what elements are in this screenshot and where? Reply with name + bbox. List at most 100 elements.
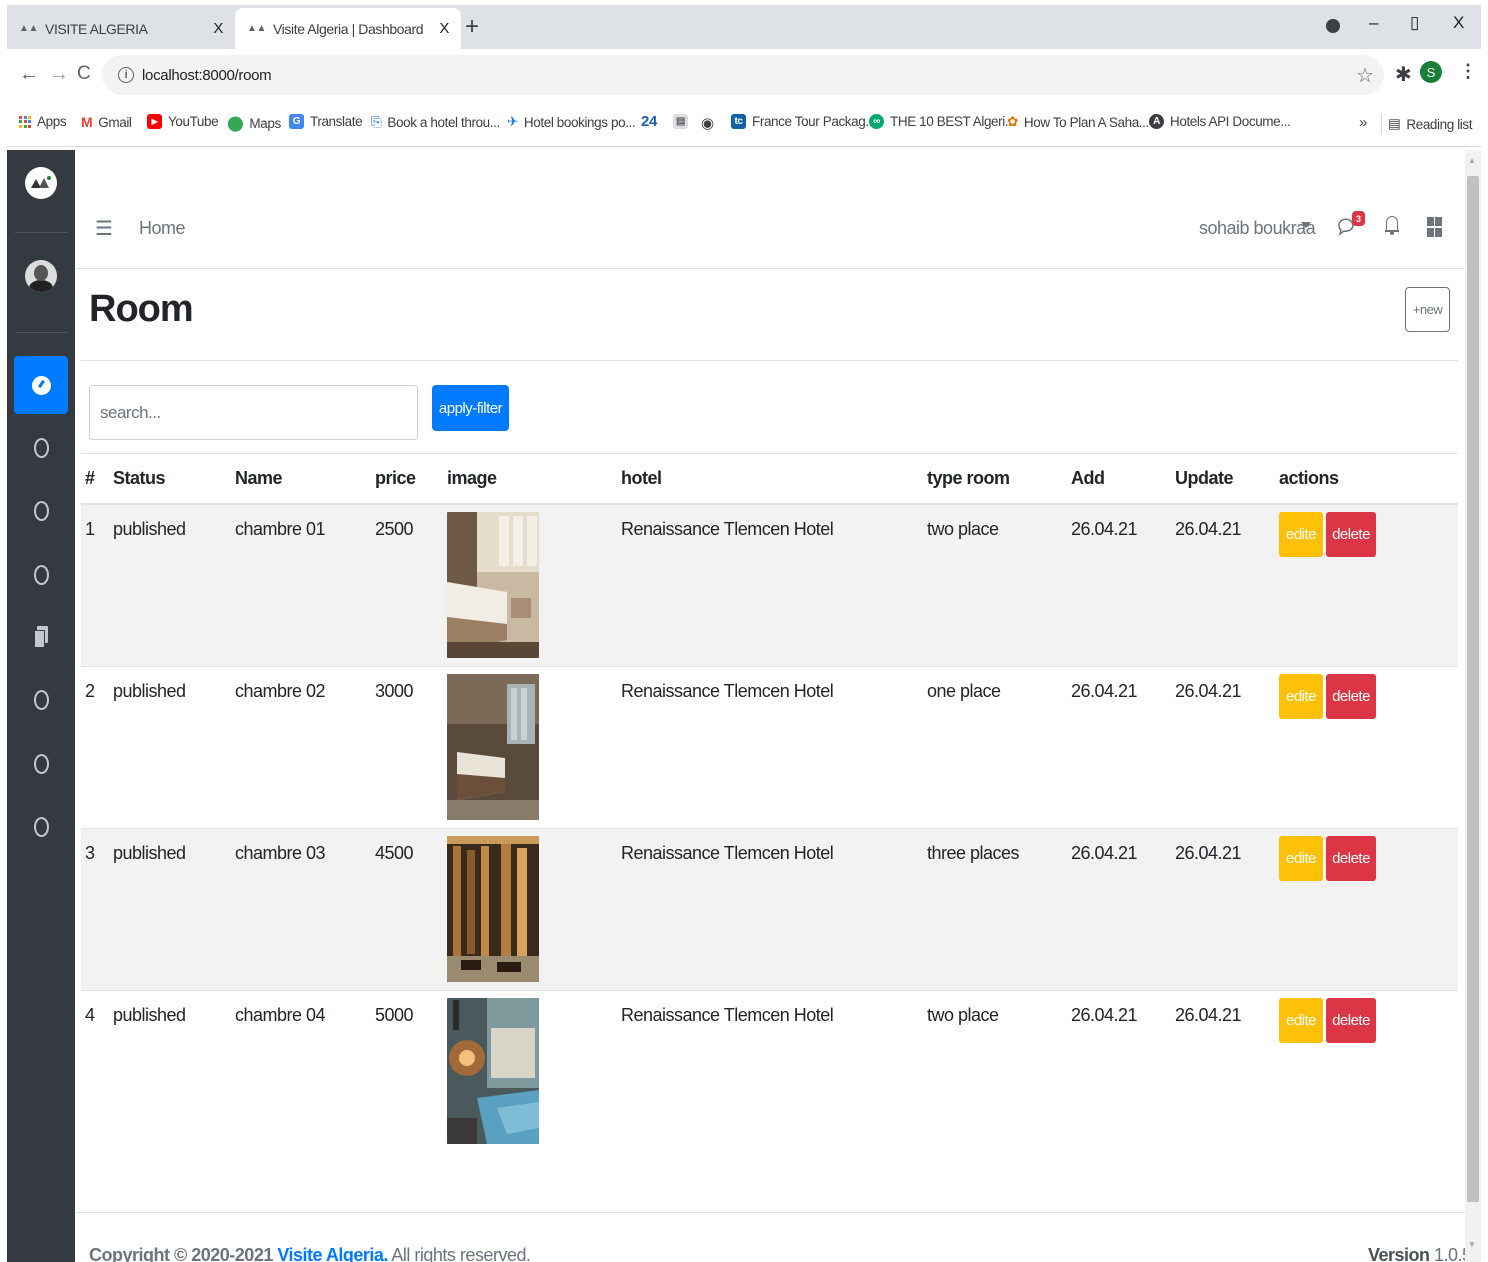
apps-grid-icon[interactable] [1427,217,1442,237]
sidebar-item-circle-icon[interactable] [34,690,49,710]
row-id: 3 [81,827,109,990]
search-input[interactable] [89,385,418,440]
row-updated: 26.04.21 [1171,665,1275,828]
bookmark-book-hotel[interactable]: ⎘ Book a hotel throu... [371,114,500,130]
notifications-bell-icon[interactable] [1385,216,1399,235]
profile-dot-icon[interactable] [1326,19,1340,33]
bookmark-france-tour[interactable]: tc France Tour Packag... [731,114,876,129]
tab-close-icon[interactable]: X [213,20,223,37]
minimize-button[interactable]: – [1369,13,1378,33]
bookmark-youtube[interactable]: ▶ YouTube [147,114,219,129]
sidebar-item-circle-icon[interactable] [34,754,49,774]
edit-button[interactable]: edite [1279,512,1323,557]
restore-button[interactable]: ▯ [1410,13,1419,33]
row-status: published [109,989,231,1152]
version: Version 1.0.5 [1368,1245,1472,1262]
bookmark-24[interactable]: 24 [641,113,657,130]
column-header: actions [1275,454,1458,505]
site-info-icon[interactable]: i [118,67,134,83]
table-row: 2 published chambre 02 3000 Renaissance … [81,665,1458,828]
delete-button[interactable]: delete [1326,997,1376,1043]
dropdown-caret-icon[interactable] [1301,222,1311,228]
delete-button[interactable]: delete [1326,835,1376,881]
back-arrow-icon[interactable]: ← [19,63,39,86]
reading-list-icon: ▤ [1388,116,1401,131]
row-id: 4 [81,989,109,1152]
messages-badge: 3 [1352,211,1365,226]
browser-tab-dashboard[interactable]: ▲▲ Visite Algeria | Dashboard X [235,8,461,49]
bookmark-hotel-bookings[interactable]: ✈ Hotel bookings po... [507,114,636,130]
browser-tab-visite-algeria[interactable]: ▲▲ VISITE ALGERIA X [7,8,235,49]
delete-button[interactable]: delete [1326,673,1376,719]
row-hotel: Renaissance Tlemcen Hotel [617,503,923,666]
sidebar-item-circle-icon[interactable] [34,817,49,837]
table-header-row: # Status Name price image hotel type roo… [81,454,1458,505]
edit-button[interactable]: edite [1279,997,1323,1043]
maps-icon: ⬤ [227,115,244,132]
bookmark-translate[interactable]: G Translate [289,114,363,129]
hotel-room-photo [447,997,539,1144]
reading-list[interactable]: ▤ Reading list [1381,114,1473,134]
row-hotel: Renaissance Tlemcen Hotel [617,827,923,990]
bookmark-gmail[interactable]: M Gmail [81,114,132,130]
user-avatar[interactable] [25,260,57,292]
bookings-icon: ✈ [507,114,518,129]
browser-menu-icon[interactable]: ⋮ [1459,61,1477,82]
page-title: Room [89,288,194,330]
scrollbar-thumb[interactable] [1467,176,1479,1202]
row-type: two place [923,503,1067,666]
row-updated: 26.04.21 [1171,989,1275,1152]
row-added: 26.04.21 [1067,989,1171,1152]
tab-title: VISITE ALGERIA [45,20,148,37]
reload-icon[interactable]: C [77,63,91,85]
bookmark-plan-sahara[interactable]: ✿ How To Plan A Saha... [1007,114,1149,130]
new-tab-button[interactable]: + [465,13,479,41]
row-added: 26.04.21 [1067,827,1171,990]
translate-icon: G [289,114,304,129]
hamburger-menu-icon[interactable]: ☰ [95,216,113,241]
sidebar-item-circle-icon[interactable] [34,501,49,521]
new-room-button[interactable]: +new [1405,287,1450,332]
user-dropdown[interactable]: sohaib boukraa [1199,218,1316,239]
apply-filter-button[interactable]: apply-filter [432,385,509,431]
edit-button[interactable]: edite [1279,835,1323,881]
brand-link[interactable]: Visite Algeria. [277,1245,388,1262]
delete-button[interactable]: delete [1326,512,1376,557]
row-added: 26.04.21 [1067,503,1171,666]
sidebar-item-circle-icon[interactable] [34,438,49,458]
sidebar-item-dashboard[interactable] [14,356,68,414]
bookmark-maps[interactable]: ⬤ Maps [227,114,281,132]
sidebar-item-files-icon[interactable] [34,626,48,648]
footer: Copyright © 2020-2021 Visite Algeria. Al… [75,1212,1472,1262]
scroll-up-arrow-icon[interactable]: ▲ [1468,156,1476,165]
table-row: 1 published chambre 01 2500 Renaissance … [81,503,1458,666]
edit-button[interactable]: edite [1279,673,1323,719]
bookmark-globe[interactable]: ◉ [701,114,714,132]
profile-avatar[interactable]: S [1420,61,1442,83]
tab-close-icon[interactable]: X [439,20,449,37]
bookmark-tripadvisor[interactable]: ∞ THE 10 BEST Algeri... [869,114,1015,129]
bookmark-hotels-api[interactable]: A Hotels API Docume... [1149,114,1291,129]
bookmark-star-icon[interactable]: ☆ [1356,63,1374,88]
bookmark-apps[interactable]: Apps [19,114,67,129]
row-name: chambre 01 [231,503,371,666]
home-link[interactable]: Home [139,218,186,239]
api-icon: A [1149,114,1164,129]
brand-logo[interactable] [25,167,57,199]
omnibox[interactable]: i localhost:8000/room [102,55,1384,95]
column-header: hotel [617,454,923,505]
column-header: price [371,454,443,505]
dashboard-gauge-icon [31,375,51,395]
row-hotel: Renaissance Tlemcen Hotel [617,665,923,828]
more-bookmarks-chevron-icon[interactable]: » [1359,114,1367,131]
scroll-down-arrow-icon[interactable]: ▼ [1468,1240,1476,1249]
address-bar-row: ← → C i localhost:8000/room ☆ ✱ S ⋮ [7,49,1481,101]
tc-icon: tc [731,114,746,129]
extensions-puzzle-icon[interactable]: ✱ [1395,62,1412,87]
forward-arrow-icon[interactable]: → [49,63,69,86]
bookmark-page[interactable]: ▤ [673,114,694,129]
visite-algeria-favicon-icon: ▲▲ [247,23,266,34]
sidebar-item-circle-icon[interactable] [34,565,49,585]
close-window-button[interactable]: X [1453,13,1464,33]
row-status: published [109,503,231,666]
